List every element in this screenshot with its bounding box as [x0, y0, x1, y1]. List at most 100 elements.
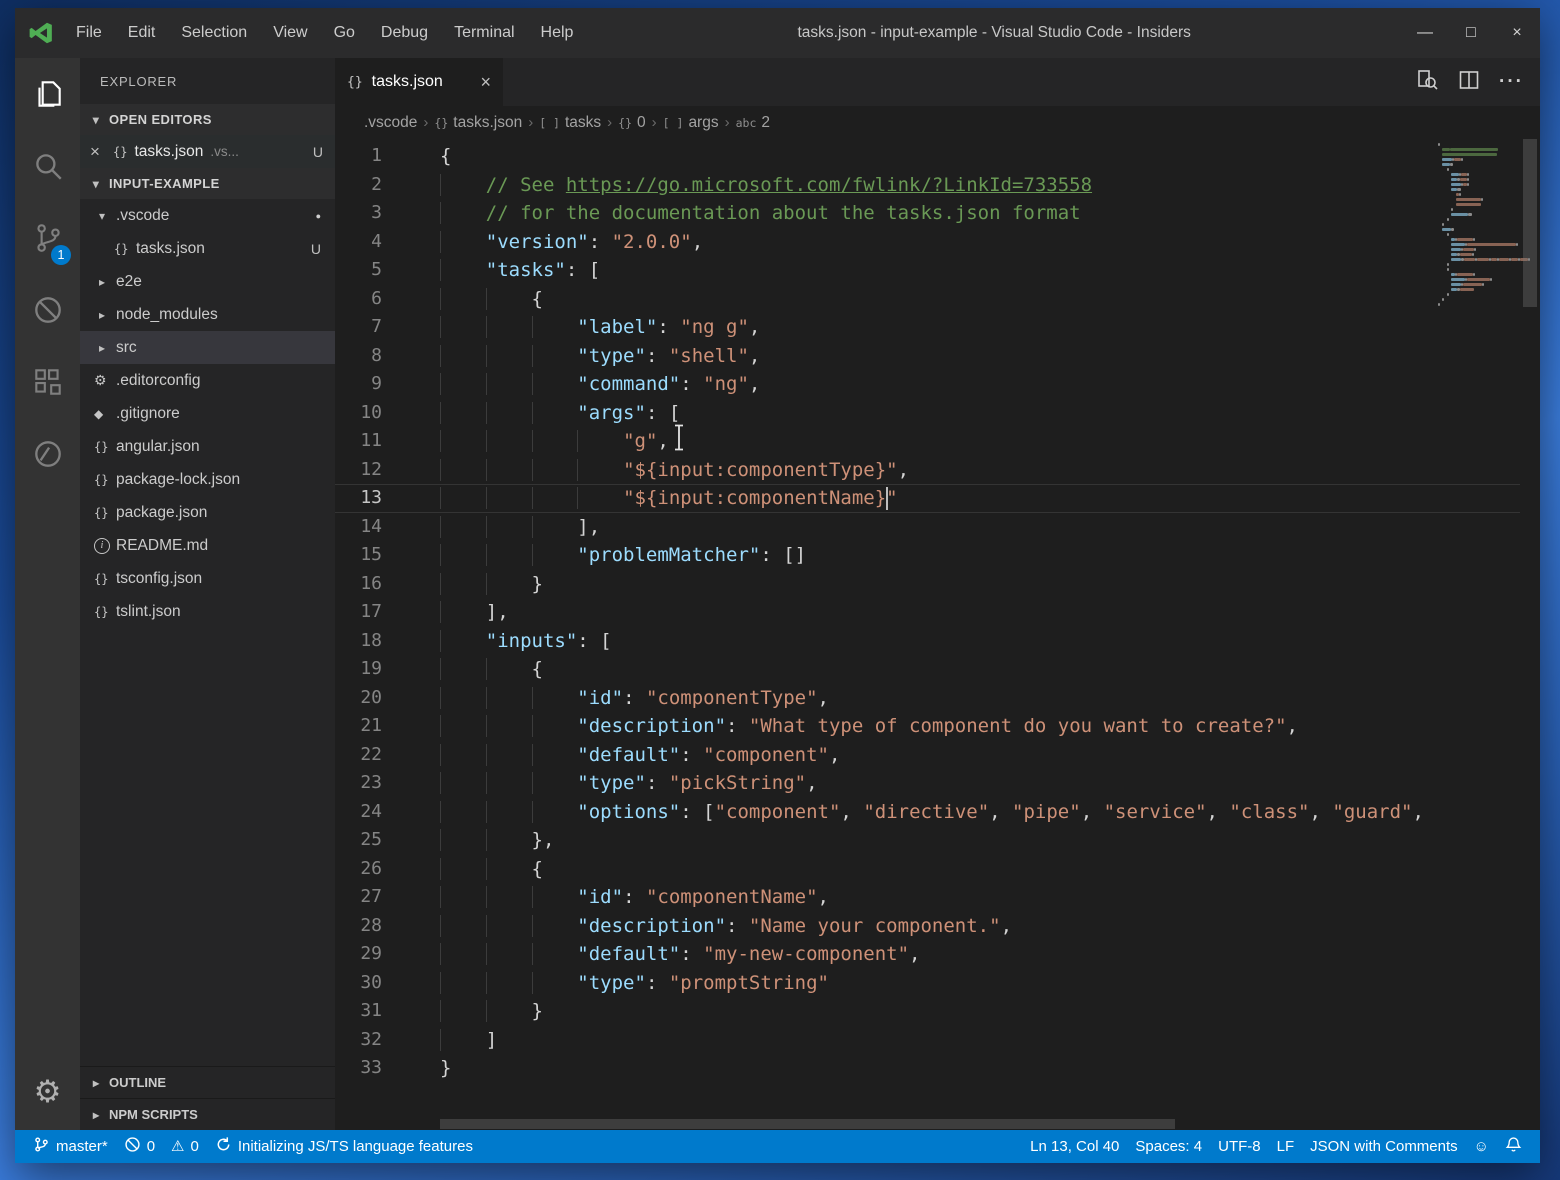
status-indentation[interactable]: Spaces: 4 [1127, 1130, 1210, 1163]
menu-help[interactable]: Help [528, 8, 587, 58]
horizontal-scrollbar[interactable] [335, 1118, 1520, 1130]
code-line[interactable]: 27 "id": "componentName", [335, 883, 1520, 912]
line-number[interactable]: 11 [335, 427, 415, 456]
code-line[interactable]: 22 "default": "component", [335, 741, 1520, 770]
tree-item-tasks-json[interactable]: {}tasks.jsonU [80, 232, 335, 265]
line-number[interactable]: 1 [335, 142, 415, 171]
line-number[interactable]: 30 [335, 969, 415, 998]
tab-close-icon[interactable]: × [480, 72, 491, 93]
status-eol[interactable]: LF [1269, 1130, 1303, 1163]
explorer-icon[interactable] [15, 60, 80, 132]
breadcrumb-item-2[interactable]: abc2 [733, 114, 773, 132]
code-line[interactable]: 23 "type": "pickString", [335, 769, 1520, 798]
source-control-icon[interactable]: 1 [15, 204, 80, 276]
menu-view[interactable]: View [260, 8, 320, 58]
line-number[interactable]: 25 [335, 826, 415, 855]
tree-item-package-lock-json[interactable]: {}package-lock.json [80, 463, 335, 496]
tree-item-e2e[interactable]: ▸e2e [80, 265, 335, 298]
code-line[interactable]: 11 "g", [335, 427, 1520, 456]
code-line[interactable]: 14 ], [335, 513, 1520, 542]
line-number[interactable]: 32 [335, 1026, 415, 1055]
line-number[interactable]: 20 [335, 684, 415, 713]
breadcrumb-item-tasks-json[interactable]: {}tasks.json [431, 114, 525, 132]
maximize-button[interactable]: □ [1448, 8, 1494, 58]
line-number[interactable]: 19 [335, 655, 415, 684]
line-number[interactable]: 26 [335, 855, 415, 884]
line-number[interactable]: 33 [335, 1054, 415, 1083]
line-number[interactable]: 29 [335, 940, 415, 969]
code-line[interactable]: 28 "description": "Name your component."… [335, 912, 1520, 941]
line-number[interactable]: 31 [335, 997, 415, 1026]
line-number[interactable]: 16 [335, 570, 415, 599]
tree-item-tsconfig-json[interactable]: {}tsconfig.json [80, 562, 335, 595]
chevron-down-icon[interactable]: ▾ [94, 209, 110, 223]
open-changes-icon[interactable] [1415, 68, 1439, 97]
horizontal-scrollbar-thumb[interactable] [440, 1119, 1175, 1129]
code-editor[interactable]: 1{2 // See https://go.microsoft.com/fwli… [335, 139, 1540, 1130]
minimap[interactable] [1435, 139, 1520, 308]
line-number[interactable]: 5 [335, 256, 415, 285]
code-line[interactable]: 18 "inputs": [ [335, 627, 1520, 656]
open-editors-header[interactable]: ▾ OPEN EDITORS [80, 104, 335, 135]
tree-item-editorconfig[interactable]: ⚙.editorconfig [80, 364, 335, 397]
status-warnings[interactable]: ⚠0 [163, 1130, 207, 1163]
close-button[interactable]: × [1494, 8, 1540, 58]
code-line[interactable]: 33} [335, 1054, 1520, 1083]
split-editor-icon[interactable] [1457, 68, 1481, 97]
line-number[interactable]: 18 [335, 627, 415, 656]
vertical-scrollbar[interactable] [1520, 139, 1540, 1130]
vertical-scrollbar-thumb[interactable] [1523, 139, 1537, 307]
tree-item-node-modules[interactable]: ▸node_modules [80, 298, 335, 331]
code-lines[interactable]: 1{2 // See https://go.microsoft.com/fwli… [335, 142, 1520, 1118]
code-line[interactable]: 7 "label": "ng g", [335, 313, 1520, 342]
code-line[interactable]: 10 "args": [ [335, 399, 1520, 428]
code-line[interactable]: 25 }, [335, 826, 1520, 855]
menu-go[interactable]: Go [321, 8, 368, 58]
line-number[interactable]: 21 [335, 712, 415, 741]
chevron-right-icon[interactable]: ▸ [94, 275, 110, 289]
code-line[interactable]: 29 "default": "my-new-component", [335, 940, 1520, 969]
tree-item-vscode[interactable]: ▾.vscode● [80, 199, 335, 232]
tree-item-readme-md[interactable]: iREADME.md [80, 529, 335, 562]
status-language-mode[interactable]: JSON with Comments [1302, 1130, 1466, 1163]
status-feedback[interactable]: ☺ [1466, 1130, 1497, 1163]
code-line[interactable]: 1{ [335, 142, 1520, 171]
status-errors[interactable]: 0 [116, 1130, 163, 1163]
debug-icon[interactable] [15, 276, 80, 348]
code-line[interactable]: 20 "id": "componentType", [335, 684, 1520, 713]
line-number[interactable]: 7 [335, 313, 415, 342]
line-number[interactable]: 4 [335, 228, 415, 257]
tab-tasks-json[interactable]: {} tasks.json × [335, 58, 503, 106]
more-actions-icon[interactable]: ··· [1499, 71, 1524, 93]
status-git-branch[interactable]: master* [25, 1130, 116, 1163]
extensions-icon[interactable] [15, 348, 80, 420]
code-line[interactable]: 8 "type": "shell", [335, 342, 1520, 371]
close-icon[interactable]: × [90, 142, 106, 162]
line-number[interactable]: 10 [335, 399, 415, 428]
line-number[interactable]: 28 [335, 912, 415, 941]
tree-item-package-json[interactable]: {}package.json [80, 496, 335, 529]
line-number[interactable]: 17 [335, 598, 415, 627]
project-section-header[interactable]: ▾ INPUT-EXAMPLE [80, 168, 335, 199]
code-line[interactable]: 24 "options": ["component", "directive",… [335, 798, 1520, 827]
line-number[interactable]: 22 [335, 741, 415, 770]
menu-file[interactable]: File [63, 8, 115, 58]
code-line[interactable]: 5 "tasks": [ [335, 256, 1520, 285]
status-encoding[interactable]: UTF-8 [1210, 1130, 1269, 1163]
code-line[interactable]: 15 "problemMatcher": [] [335, 541, 1520, 570]
minimize-button[interactable]: — [1402, 8, 1448, 58]
breadcrumb-item-args[interactable]: [ ]args [660, 114, 722, 132]
line-number[interactable]: 12 [335, 456, 415, 485]
breadcrumb-item-vscode[interactable]: .vscode [361, 114, 420, 132]
line-number[interactable]: 27 [335, 883, 415, 912]
code-line[interactable]: 19 { [335, 655, 1520, 684]
line-number[interactable]: 2 [335, 171, 415, 200]
code-line[interactable]: 26 { [335, 855, 1520, 884]
code-line[interactable]: 2 // See https://go.microsoft.com/fwlink… [335, 171, 1520, 200]
breadcrumb-item-tasks[interactable]: [ ]tasks [536, 114, 604, 132]
search-icon[interactable] [15, 132, 80, 204]
status-notifications[interactable] [1497, 1130, 1530, 1163]
line-number[interactable]: 8 [335, 342, 415, 371]
code-line[interactable]: 32 ] [335, 1026, 1520, 1055]
tree-item-tslint-json[interactable]: {}tslint.json [80, 595, 335, 628]
